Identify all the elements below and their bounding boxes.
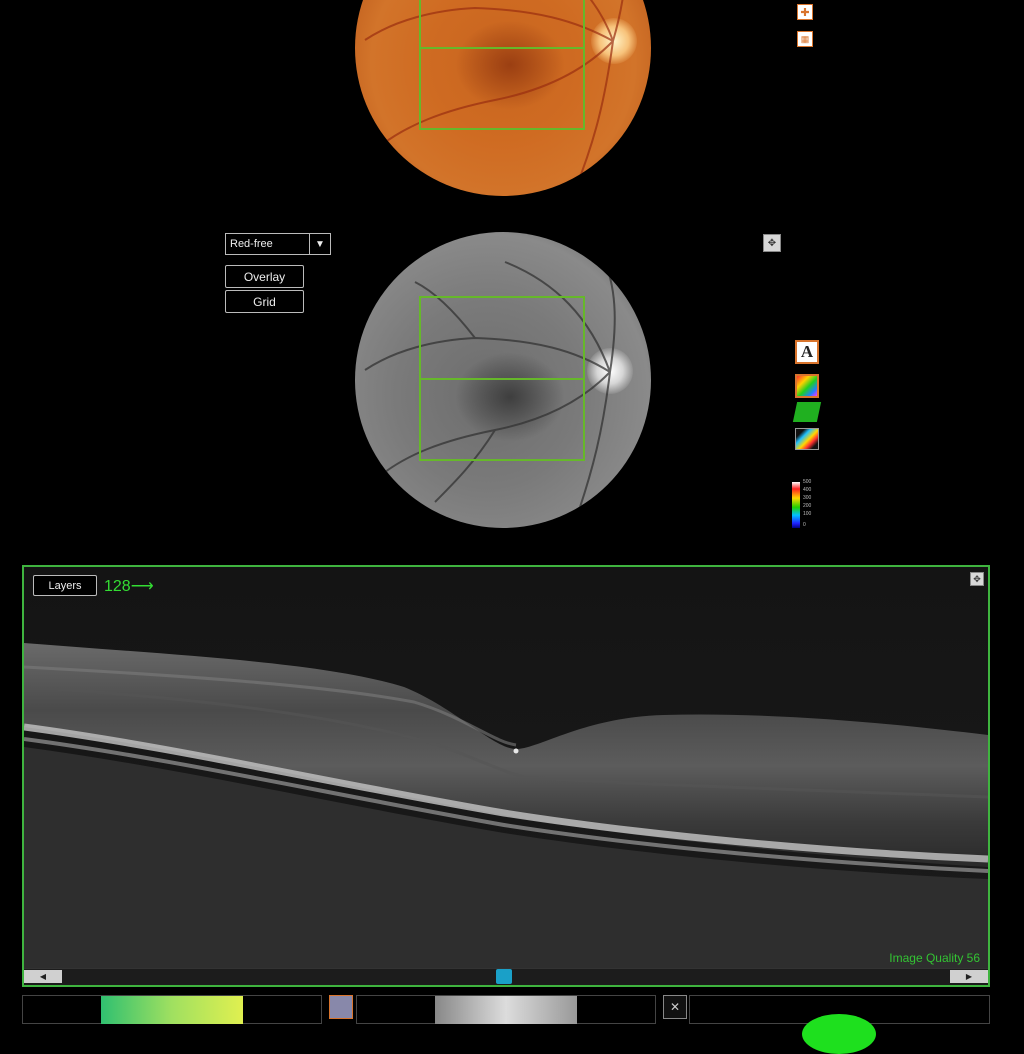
layout-icon[interactable]	[329, 995, 353, 1019]
green-status-indicator	[802, 1014, 876, 1054]
slice-number-value: 128	[104, 578, 131, 595]
arrow-right-icon: ⟶	[130, 578, 154, 595]
layers-button[interactable]: Layers	[33, 575, 97, 596]
oct-bscan-panel[interactable]: Layers 128⟶ ✥ Image Quality 56 ◀ ▶	[22, 565, 990, 987]
scale-label: 300	[803, 495, 812, 501]
scroll-left-arrow-icon[interactable]: ◀	[24, 970, 62, 983]
scale-label: 0	[803, 522, 806, 528]
scan-line	[421, 47, 583, 49]
thumbnail-panel[interactable]	[22, 995, 322, 1024]
fundus-thumbnail[interactable]	[435, 996, 577, 1024]
text-annotation-icon[interactable]: A	[795, 340, 819, 364]
chevron-down-icon[interactable]: ▼	[309, 234, 330, 254]
scale-label: 500	[803, 479, 812, 485]
image-mode-select[interactable]: Red-free ▼	[225, 233, 331, 255]
thickness-map-icon[interactable]	[795, 374, 819, 398]
oct-bscan-image	[24, 567, 988, 969]
flag-icon[interactable]: ✚	[797, 4, 813, 20]
thumbnail-panel[interactable]	[689, 995, 990, 1054]
surface-3d-icon[interactable]	[792, 402, 822, 422]
overlay-button[interactable]: Overlay	[225, 265, 304, 288]
scan-line	[421, 378, 583, 380]
grid-icon[interactable]: ▦	[797, 31, 813, 47]
thickness-map-thumbnail[interactable]	[101, 996, 243, 1024]
scale-label: 200	[803, 503, 812, 509]
slice-scrollbar[interactable]: ◀ ▶	[24, 968, 988, 985]
thumbnail-panel[interactable]	[356, 995, 656, 1024]
thickness-color-scale	[792, 482, 800, 528]
grid-button[interactable]: Grid	[225, 290, 304, 313]
close-icon[interactable]: ✕	[663, 995, 687, 1019]
scan-region-box[interactable]	[419, 0, 585, 130]
scale-label: 100	[803, 511, 812, 517]
slice-scroll-thumb[interactable]	[496, 969, 512, 984]
expand-icon[interactable]: ✥	[970, 572, 984, 586]
slice-number: 128⟶	[104, 576, 154, 596]
expand-icon[interactable]: ✥	[763, 234, 781, 252]
volume-3d-icon[interactable]	[795, 428, 819, 450]
image-mode-value: Red-free	[230, 238, 273, 250]
scan-region-box-red-free[interactable]	[419, 296, 585, 461]
scroll-right-arrow-icon[interactable]: ▶	[950, 970, 988, 983]
scale-label: 400	[803, 487, 812, 493]
image-quality-label: Image Quality 56	[889, 951, 980, 965]
